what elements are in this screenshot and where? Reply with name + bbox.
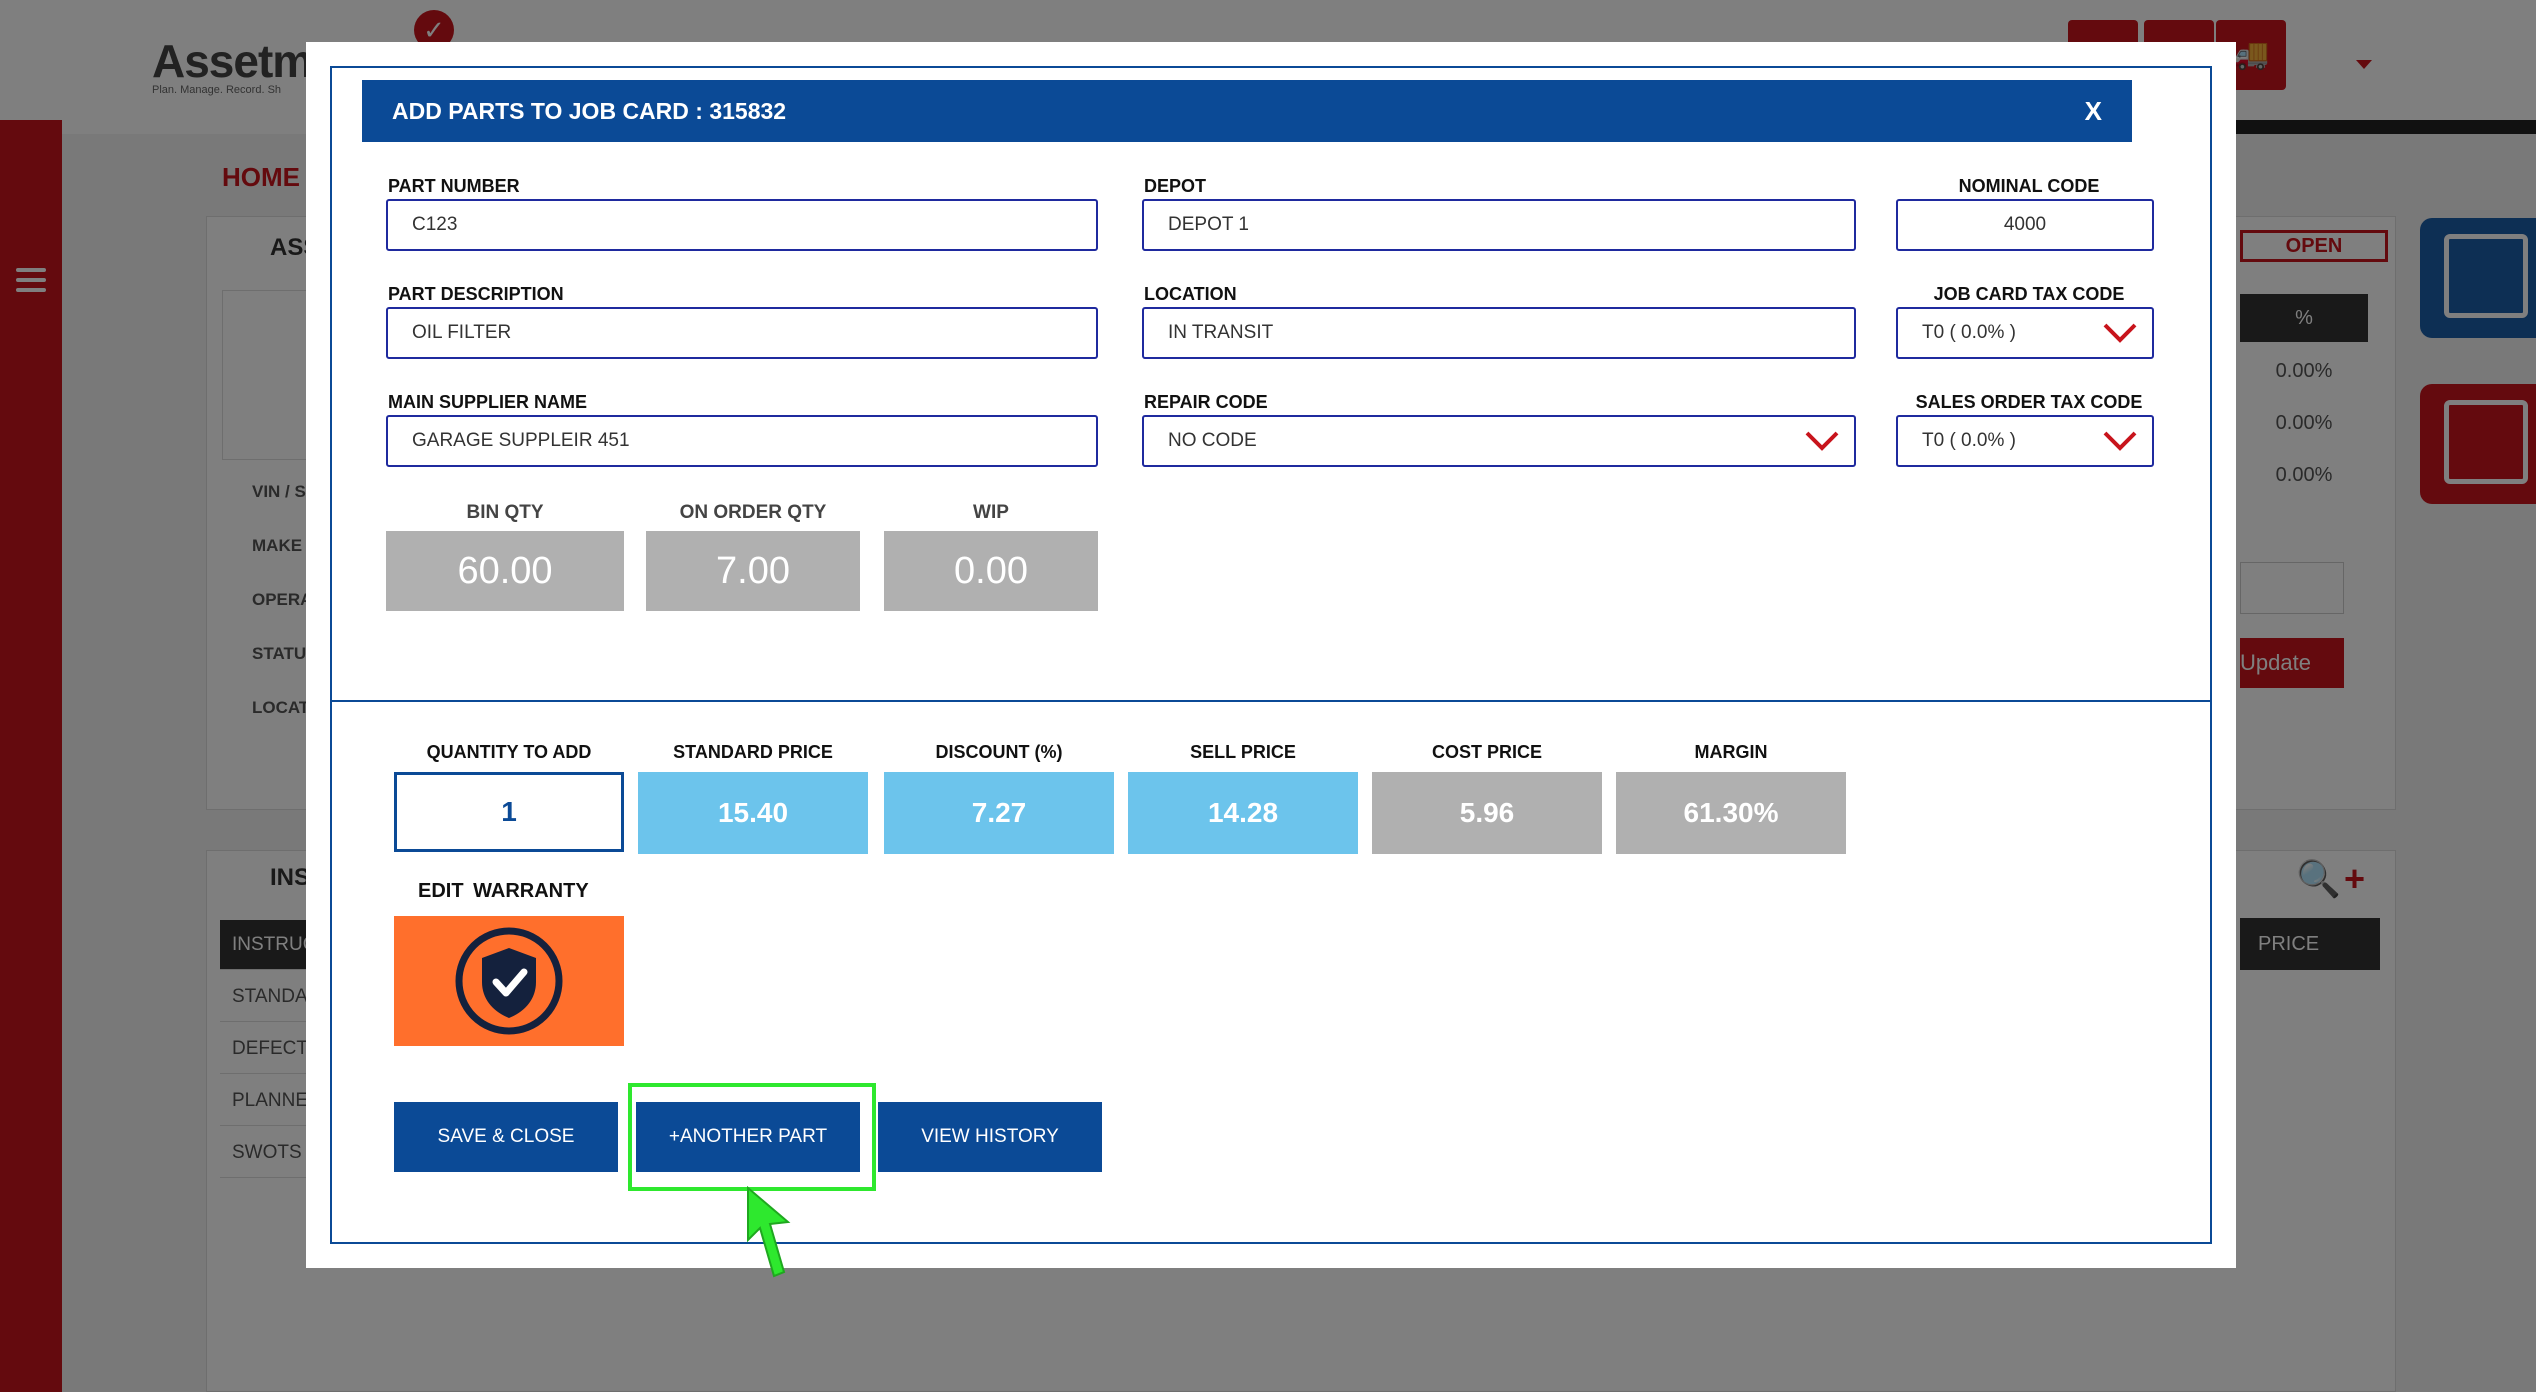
bin-qty-value: 60.00 <box>386 531 624 611</box>
location-field[interactable]: IN TRANSIT <box>1142 307 1856 359</box>
edit-warranty-label: EDIT WARRANTY <box>418 880 589 902</box>
main-supplier-name-field[interactable]: GARAGE SUPPLEIR 451 <box>386 415 1098 467</box>
sell-price-label: SELL PRICE <box>1190 742 1296 762</box>
nominal-code-field[interactable]: 4000 <box>1896 199 2154 251</box>
discount-label: DISCOUNT (%) <box>935 742 1063 762</box>
save-close-button[interactable]: SAVE & CLOSE <box>394 1102 618 1172</box>
quantity-to-add-label: QUANTITY TO ADD <box>426 742 592 762</box>
standard-price-label: STANDARD PRICE <box>673 742 833 762</box>
repair-code-value: NO CODE <box>1168 430 1257 451</box>
chevron-down-icon <box>2103 431 2137 451</box>
repair-code-label: REPAIR CODE <box>1144 392 1268 412</box>
main-supplier-name-label: MAIN SUPPLIER NAME <box>388 392 588 412</box>
section-divider <box>332 700 2210 702</box>
chevron-down-icon <box>1805 431 1839 451</box>
standard-price-value[interactable]: 15.40 <box>638 772 868 854</box>
sales-order-tax-code-select[interactable]: T0 ( 0.0% ) <box>1896 415 2154 467</box>
job-card-tax-code-select[interactable]: T0 ( 0.0% ) <box>1896 307 2154 359</box>
cost-price-label: COST PRICE <box>1431 742 1542 762</box>
part-description-label: PART DESCRIPTION <box>388 284 564 304</box>
on-order-qty-label: ON ORDER QTY <box>679 502 827 523</box>
add-parts-modal: ADD PARTS TO JOB CARD : 315832 X PART NU… <box>306 42 2236 1268</box>
job-card-tax-code-label: JOB CARD TAX CODE <box>1933 284 2125 304</box>
depot-label: DEPOT <box>1144 176 1207 196</box>
sales-order-tax-code-value: T0 ( 0.0% ) <box>1922 430 2016 451</box>
chevron-down-icon <box>2103 323 2137 343</box>
nominal-code-label: NOMINAL CODE <box>1958 176 2100 196</box>
wip-value: 0.00 <box>884 531 1098 611</box>
close-button[interactable]: X <box>2085 80 2102 142</box>
discount-value[interactable]: 7.27 <box>884 772 1114 854</box>
sell-price-value[interactable]: 14.28 <box>1128 772 1358 854</box>
shield-check-icon <box>455 927 563 1035</box>
edit-warranty-button[interactable] <box>394 916 624 1046</box>
part-number-label: PART NUMBER <box>388 176 520 196</box>
quantity-to-add-input[interactable]: 1 <box>394 772 624 852</box>
margin-value: 61.30% <box>1616 772 1846 854</box>
highlight-box <box>628 1083 876 1191</box>
modal-title: ADD PARTS TO JOB CARD : 315832 <box>392 98 787 124</box>
on-order-qty-value: 7.00 <box>646 531 860 611</box>
job-card-tax-code-value: T0 ( 0.0% ) <box>1922 322 2016 343</box>
cost-price-value: 5.96 <box>1372 772 1602 854</box>
location-label: LOCATION <box>1144 284 1237 304</box>
depot-field[interactable]: DEPOT 1 <box>1142 199 1856 251</box>
cursor-arrow-icon <box>747 1186 791 1278</box>
part-description-field[interactable]: OIL FILTER <box>386 307 1098 359</box>
bin-qty-label: BIN QTY <box>466 502 544 523</box>
modal-header: ADD PARTS TO JOB CARD : 315832 X <box>362 80 2132 142</box>
repair-code-select[interactable]: NO CODE <box>1142 415 1856 467</box>
sales-order-tax-code-label: SALES ORDER TAX CODE <box>1915 392 2143 412</box>
wip-label: WIP <box>973 502 1009 523</box>
view-history-button[interactable]: VIEW HISTORY <box>878 1102 1102 1172</box>
part-number-field[interactable]: C123 <box>386 199 1098 251</box>
margin-label: MARGIN <box>1694 742 1768 762</box>
